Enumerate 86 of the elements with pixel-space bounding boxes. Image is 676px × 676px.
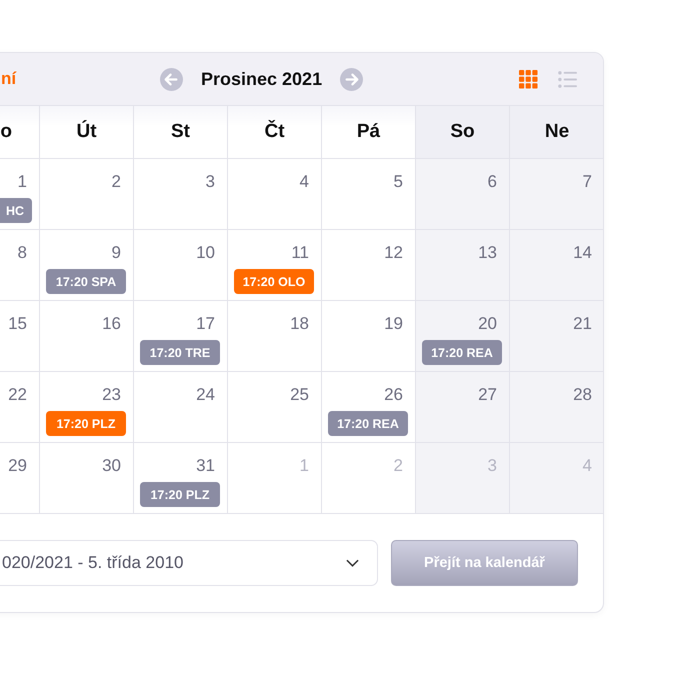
day-number: 29 xyxy=(8,456,27,476)
event-tag[interactable]: 17:20 TRE xyxy=(140,340,220,365)
day-cell[interactable]: 9 17:20 SPA xyxy=(40,230,134,301)
day-number: 15 xyxy=(8,314,27,334)
day-number: 21 xyxy=(573,314,592,334)
weekday-header: Ne xyxy=(510,106,603,159)
list-view-icon[interactable] xyxy=(558,70,577,88)
day-number: 26 xyxy=(384,385,403,405)
event-tag[interactable]: HC xyxy=(0,198,32,223)
day-cell[interactable]: 29 xyxy=(0,443,40,514)
day-cell[interactable]: 6 xyxy=(416,159,510,230)
day-cell[interactable]: 21 xyxy=(510,301,603,372)
day-cell[interactable]: 20 17:20 REA xyxy=(416,301,510,372)
day-number: 2 xyxy=(112,172,121,192)
day-cell[interactable]: 8 xyxy=(0,230,40,301)
day-cell[interactable]: 4 xyxy=(228,159,322,230)
day-number: 6 xyxy=(488,172,497,192)
day-number: 9 xyxy=(112,243,121,263)
day-cell[interactable]: 25 xyxy=(228,372,322,443)
day-cell[interactable]: 18 xyxy=(228,301,322,372)
day-cell[interactable]: 3 xyxy=(134,159,228,230)
next-month-icon[interactable] xyxy=(340,68,364,90)
day-number: 13 xyxy=(478,243,497,263)
day-cell[interactable]: 15 xyxy=(0,301,40,372)
weekday-header: Út xyxy=(40,106,134,159)
day-cell[interactable]: 31 17:20 PLZ xyxy=(134,443,228,514)
event-tag[interactable]: 17:20 PLZ xyxy=(140,482,220,507)
previous-month-icon[interactable] xyxy=(160,68,183,90)
day-cell[interactable]: 22 xyxy=(0,372,40,443)
day-cell[interactable]: 1 HC xyxy=(0,159,40,230)
event-tag[interactable]: 17:20 REA xyxy=(328,411,408,436)
event-tag[interactable]: 17:20 SPA xyxy=(46,269,126,294)
day-number: 4 xyxy=(582,456,592,476)
header-label[interactable]: ní xyxy=(1,69,16,89)
day-number: 17 xyxy=(196,314,215,334)
event-tag[interactable]: 17:20 REA xyxy=(422,340,502,365)
day-number: 28 xyxy=(573,385,592,405)
day-cell[interactable]: 23 17:20 PLZ xyxy=(40,372,134,443)
day-cell[interactable]: 26 17:20 REA xyxy=(322,372,416,443)
day-number: 4 xyxy=(300,172,309,192)
weekday-header: Pá xyxy=(322,106,416,159)
day-number: 7 xyxy=(582,172,592,192)
day-number: 8 xyxy=(18,243,27,263)
day-cell[interactable]: 27 xyxy=(416,372,510,443)
class-select[interactable]: 020/2021 - 5. třída 2010 xyxy=(0,540,378,586)
day-number: 5 xyxy=(394,172,403,192)
day-number: 18 xyxy=(290,314,309,334)
day-number: 30 xyxy=(102,456,121,476)
day-cell[interactable]: 16 xyxy=(40,301,134,372)
chevron-down-icon xyxy=(346,559,359,567)
day-number: 31 xyxy=(196,456,215,476)
day-number: 25 xyxy=(290,385,309,405)
day-cell[interactable]: 2 xyxy=(40,159,134,230)
day-number: 14 xyxy=(573,243,592,263)
day-number: 22 xyxy=(8,385,27,405)
day-cell[interactable]: 28 xyxy=(510,372,603,443)
day-number: 2 xyxy=(394,456,403,476)
day-number: 16 xyxy=(102,314,121,334)
day-number: 27 xyxy=(478,385,497,405)
day-cell[interactable]: 13 xyxy=(416,230,510,301)
day-number: 1 xyxy=(300,456,309,476)
month-title: Prosinec 2021 xyxy=(201,68,322,90)
grid-view-icon[interactable] xyxy=(519,70,538,88)
day-cell[interactable]: 10 xyxy=(134,230,228,301)
day-cell[interactable]: 7 xyxy=(510,159,603,230)
day-number: 1 xyxy=(18,172,27,192)
day-number: 11 xyxy=(291,243,309,263)
day-number: 24 xyxy=(196,385,215,405)
day-cell[interactable]: 11 17:20 OLO xyxy=(228,230,322,301)
day-number: 19 xyxy=(384,314,403,334)
day-number: 23 xyxy=(102,385,121,405)
weekday-header: Čt xyxy=(228,106,322,159)
weekday-header: So xyxy=(416,106,510,159)
event-tag[interactable]: 17:20 PLZ xyxy=(46,411,126,436)
day-number: 3 xyxy=(206,172,215,192)
day-number: 12 xyxy=(384,243,403,263)
weekday-header: St xyxy=(134,106,228,159)
day-cell[interactable]: 24 xyxy=(134,372,228,443)
day-number: 3 xyxy=(488,456,497,476)
weekday-header: o xyxy=(0,106,40,159)
day-number: 20 xyxy=(478,314,497,334)
event-tag[interactable]: 17:20 OLO xyxy=(234,269,314,294)
day-cell[interactable]: 14 xyxy=(510,230,603,301)
day-cell[interactable]: 17 17:20 TRE xyxy=(134,301,228,372)
day-cell[interactable]: 30 xyxy=(40,443,134,514)
day-number: 10 xyxy=(196,243,215,263)
